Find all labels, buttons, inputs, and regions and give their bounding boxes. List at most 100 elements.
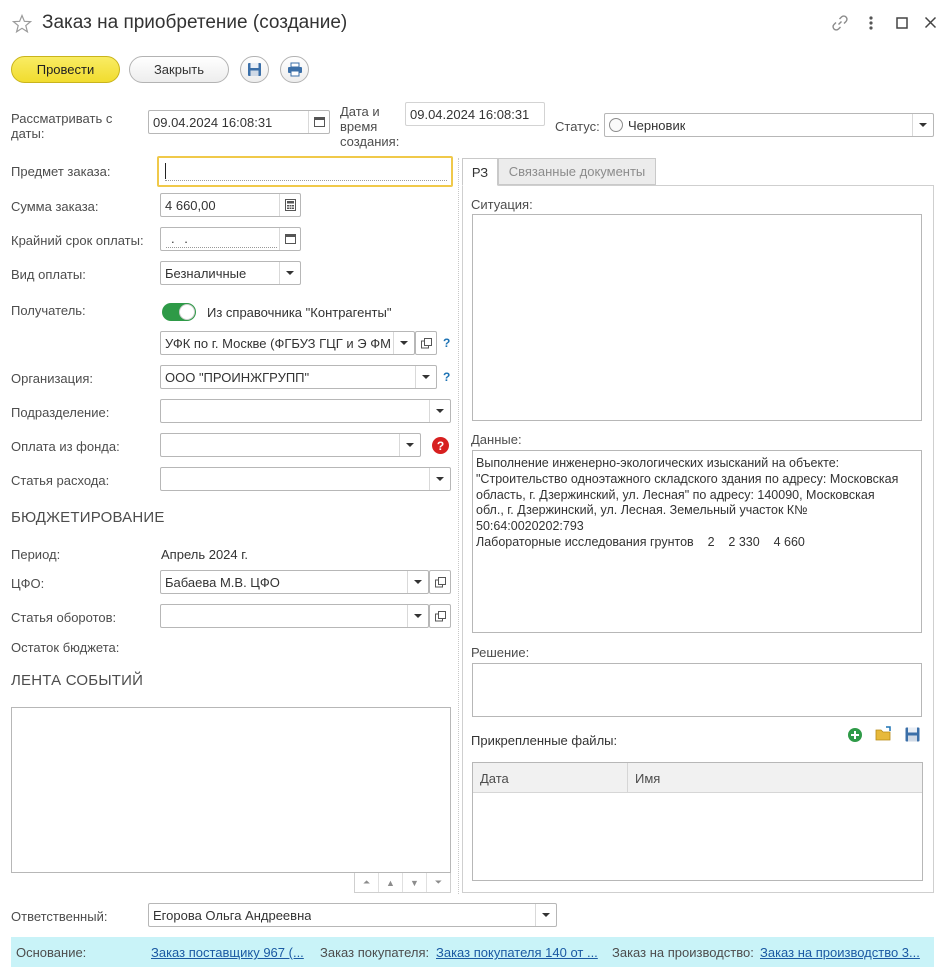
recipient-help-icon[interactable]: ? bbox=[443, 336, 450, 350]
deadline-field[interactable]: . . bbox=[160, 227, 301, 251]
org-value: ООО "ПРОИНЖГРУПП" bbox=[165, 370, 310, 385]
chevron-down-icon[interactable] bbox=[535, 904, 556, 926]
status-value: Черновик bbox=[628, 118, 686, 133]
recipient-toggle[interactable] bbox=[162, 303, 196, 321]
print-button[interactable] bbox=[280, 56, 309, 83]
scroll-up-icon[interactable]: ▲ bbox=[378, 873, 402, 892]
chevron-down-icon[interactable] bbox=[407, 605, 428, 627]
created-date-value: 09.04.2024 16:08:31 bbox=[410, 107, 530, 122]
maximize-icon[interactable] bbox=[896, 17, 908, 29]
chevron-down-icon[interactable] bbox=[415, 366, 436, 388]
turnover-label: Статья оборотов: bbox=[11, 610, 117, 625]
chevron-down-icon[interactable] bbox=[912, 114, 933, 136]
link-icon[interactable] bbox=[831, 14, 849, 32]
org-help-icon[interactable]: ? bbox=[443, 370, 450, 384]
sum-value: 4 660,00 bbox=[165, 198, 216, 213]
print-icon bbox=[287, 62, 302, 77]
close-icon[interactable] bbox=[924, 16, 937, 29]
status-circle-icon bbox=[609, 118, 623, 132]
tab-rz[interactable]: РЗ bbox=[462, 158, 498, 186]
buyer-order-label: Заказ покупателя: bbox=[320, 945, 430, 960]
chevron-down-icon[interactable] bbox=[393, 332, 414, 354]
subject-label: Предмет заказа: bbox=[11, 164, 111, 179]
review-date-field[interactable]: 09.04.2024 16:08:31 bbox=[148, 110, 330, 134]
deadline-value: . . bbox=[171, 231, 191, 246]
calendar-icon[interactable] bbox=[279, 228, 300, 250]
data-line: "Строительство одноэтажного складского з… bbox=[476, 471, 899, 486]
turnover-select[interactable] bbox=[160, 604, 429, 628]
chevron-down-icon[interactable] bbox=[429, 468, 450, 490]
fund-select[interactable] bbox=[160, 433, 421, 457]
tab-related-docs[interactable]: Связанные документы bbox=[498, 158, 656, 185]
save-file-icon[interactable] bbox=[905, 727, 920, 742]
basis-link-supplier-order[interactable]: Заказ поставщику 967 (... bbox=[151, 945, 304, 960]
situation-textarea[interactable] bbox=[472, 214, 922, 421]
recipient-label: Получатель: bbox=[11, 303, 86, 318]
files-col-date[interactable]: Дата bbox=[480, 771, 509, 786]
files-table-header: Дата Имя bbox=[473, 763, 922, 793]
cfo-open-button[interactable] bbox=[429, 570, 451, 594]
events-title: ЛЕНТА СОБЫТИЙ bbox=[11, 672, 144, 689]
save-button[interactable] bbox=[240, 56, 269, 83]
events-scroll-controls: ⏶ ▲ ▼ ⏷ bbox=[354, 873, 451, 893]
data-textarea[interactable]: Выполнение инженерно-экологических изыск… bbox=[472, 450, 922, 633]
chevron-down-icon[interactable] bbox=[279, 262, 300, 284]
paytype-select[interactable]: Безналичные bbox=[160, 261, 301, 285]
turnover-open-button[interactable] bbox=[429, 604, 451, 628]
subject-underline bbox=[165, 180, 447, 181]
period-value: Апрель 2024 г. bbox=[161, 547, 249, 562]
status-select[interactable]: Черновик bbox=[604, 113, 934, 137]
recipient-open-button[interactable] bbox=[415, 331, 437, 355]
expense-label: Статья расхода: bbox=[11, 473, 110, 488]
chevron-down-icon[interactable] bbox=[429, 400, 450, 422]
org-label: Организация: bbox=[11, 371, 94, 386]
fund-warning-icon[interactable]: ? bbox=[432, 437, 449, 454]
cfo-select[interactable]: Бабаева М.В. ЦФО bbox=[160, 570, 429, 594]
budget-title: БЮДЖЕТИРОВАНИЕ bbox=[11, 509, 165, 526]
situation-label: Ситуация: bbox=[471, 197, 533, 212]
files-table[interactable]: Дата Имя bbox=[472, 762, 923, 881]
expense-select[interactable] bbox=[160, 467, 451, 491]
chevron-down-icon[interactable] bbox=[407, 571, 428, 593]
chevron-down-icon[interactable] bbox=[399, 434, 420, 456]
production-order-label: Заказ на производство: bbox=[612, 945, 754, 960]
star-icon[interactable] bbox=[12, 14, 32, 34]
open-form-icon bbox=[420, 337, 432, 348]
production-order-link[interactable]: Заказ на производство 3... bbox=[760, 945, 920, 960]
cfo-label: ЦФО: bbox=[11, 576, 45, 591]
files-col-name[interactable]: Имя bbox=[635, 771, 660, 786]
fund-warning-mark: ? bbox=[436, 438, 445, 453]
status-label: Статус: bbox=[555, 119, 600, 134]
calculator-icon[interactable] bbox=[279, 194, 300, 216]
review-date-value: 09.04.2024 16:08:31 bbox=[153, 115, 273, 130]
basis-bar: Основание: Заказ поставщику 967 (... Зак… bbox=[11, 937, 934, 967]
buyer-order-link[interactable]: Заказ покупателя 140 от ... bbox=[436, 945, 598, 960]
org-select[interactable]: ООО "ПРОИНЖГРУПП" bbox=[160, 365, 437, 389]
cfo-value: Бабаева М.В. ЦФО bbox=[165, 575, 280, 590]
subject-input[interactable] bbox=[157, 156, 453, 187]
open-folder-icon[interactable] bbox=[875, 726, 893, 742]
scroll-top-icon[interactable]: ⏶ bbox=[355, 873, 378, 892]
files-label: Прикрепленные файлы: bbox=[471, 733, 618, 748]
more-icon[interactable] bbox=[866, 14, 876, 32]
recipient-value: УФК по г. Москве (ФГБУЗ ГЦГ и Э ФМ bbox=[165, 336, 391, 351]
period-label: Период: bbox=[11, 547, 61, 562]
calendar-icon[interactable] bbox=[308, 111, 329, 133]
paytype-label: Вид оплаты: bbox=[11, 267, 86, 282]
toggle-knob bbox=[179, 304, 195, 320]
add-file-icon[interactable] bbox=[847, 727, 863, 743]
scroll-down-icon[interactable]: ▼ bbox=[402, 873, 426, 892]
deadline-underline bbox=[166, 247, 277, 248]
title-bar: Заказ на приобретение (создание) bbox=[0, 0, 944, 48]
post-button[interactable]: Провести bbox=[11, 56, 120, 83]
window-title: Заказ на приобретение (создание) bbox=[42, 12, 348, 33]
scroll-bottom-icon[interactable]: ⏷ bbox=[426, 873, 450, 892]
division-select[interactable] bbox=[160, 399, 451, 423]
responsible-select[interactable]: Егорова Ольга Андреевна bbox=[148, 903, 557, 927]
data-line: Выполнение инженерно-экологических изыск… bbox=[476, 456, 840, 470]
recipient-select[interactable]: УФК по г. Москве (ФГБУЗ ГЦГ и Э ФМ bbox=[160, 331, 415, 355]
decision-textarea[interactable] bbox=[472, 663, 922, 717]
close-button[interactable]: Закрыть bbox=[129, 56, 229, 83]
events-feed[interactable] bbox=[11, 707, 451, 873]
sum-field[interactable]: 4 660,00 bbox=[160, 193, 301, 217]
